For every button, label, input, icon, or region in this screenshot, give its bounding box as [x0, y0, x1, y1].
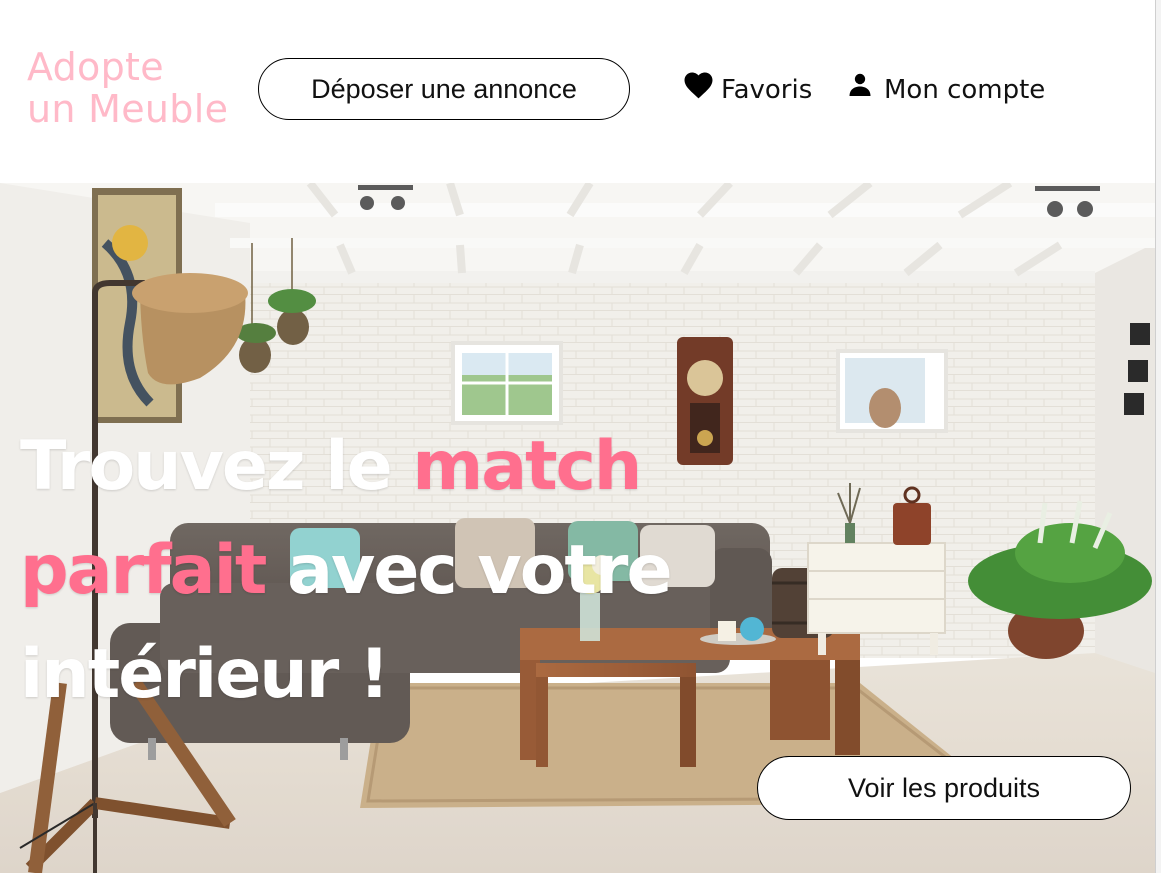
site-header: Adopte un Meuble Déposer une annonce Fav… — [0, 0, 1155, 183]
post-ad-button[interactable]: Déposer une annonce — [258, 58, 630, 120]
hero-headline: Trouvez le match parfait avec votre intéri… — [20, 415, 740, 727]
headline-text-2: avec votre — [265, 531, 673, 610]
logo-line-1: Adopte — [27, 45, 164, 89]
hero-section: Trouvez le match parfait avec votre intéri… — [0, 183, 1155, 873]
favorites-label: Favoris — [721, 75, 813, 105]
logo-line-2: un Meuble — [27, 87, 229, 131]
headline-text-1: Trouvez le — [20, 427, 413, 506]
heart-icon — [683, 71, 714, 99]
site-logo[interactable]: Adopte un Meuble — [27, 46, 247, 130]
user-icon — [848, 72, 872, 96]
adjacent-window-edge — [1155, 0, 1161, 873]
headline-highlight-match: match — [412, 427, 642, 506]
headline-text-3: intérieur ! — [20, 635, 390, 714]
account-label: Mon compte — [884, 75, 1046, 105]
favorites-link[interactable]: Favoris — [683, 70, 812, 110]
view-products-button[interactable]: Voir les produits — [757, 756, 1131, 820]
account-link[interactable]: Mon compte — [848, 70, 1045, 110]
headline-highlight-parfait: parfait — [20, 531, 267, 610]
